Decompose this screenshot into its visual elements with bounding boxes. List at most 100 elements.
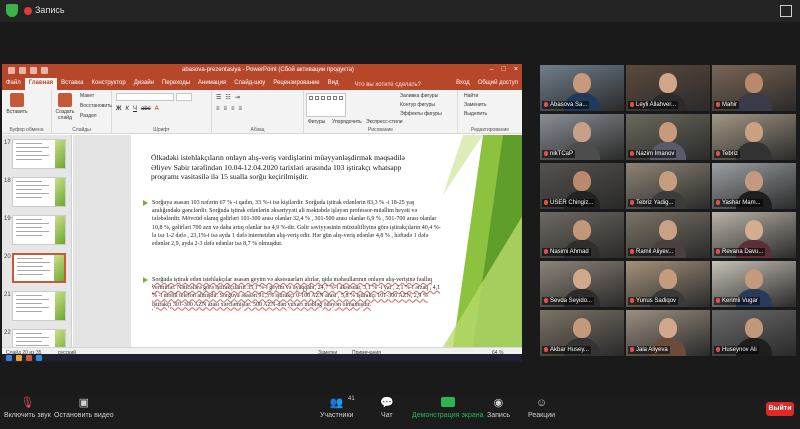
underline-icon[interactable]: Ч bbox=[133, 106, 137, 112]
slide-thumbnail[interactable] bbox=[12, 177, 66, 207]
align-center-icon[interactable]: ≡ bbox=[224, 106, 228, 112]
participant-tile[interactable]: Leyli Allahver... bbox=[626, 65, 710, 111]
participant-tile[interactable]: Akbar Husey... bbox=[540, 310, 624, 356]
ribbon-tab[interactable]: Слайд-шоу bbox=[230, 78, 269, 90]
gallery-view-icon[interactable] bbox=[780, 5, 792, 17]
strike-icon[interactable]: abc bbox=[141, 106, 151, 112]
slide-bullet-2[interactable]: Sorğuda iştirak edən istehlakçılar əsasə… bbox=[143, 276, 443, 309]
find-button[interactable]: Найти bbox=[464, 93, 478, 99]
share-screen-button[interactable]: Демонстрация экрана bbox=[412, 397, 484, 419]
font-name-field[interactable] bbox=[116, 93, 174, 101]
slide-thumbnail[interactable] bbox=[12, 253, 66, 283]
participant-tile[interactable]: Ramil Aliyev... bbox=[626, 212, 710, 258]
shape-fill-button[interactable]: Заливка фигуры bbox=[400, 93, 438, 99]
thumbnail-text-line bbox=[16, 227, 42, 228]
font-size-field[interactable] bbox=[176, 93, 192, 101]
thumbnail-text-line bbox=[16, 337, 49, 338]
participant-tile[interactable]: USER Chingiz... bbox=[540, 163, 624, 209]
participant-tile[interactable]: Yashar Mam... bbox=[712, 163, 796, 209]
participant-tile[interactable]: Jala Aliyeva bbox=[626, 310, 710, 356]
layout-button[interactable]: Макет bbox=[80, 93, 94, 99]
indent-icon[interactable]: ⇥ bbox=[235, 94, 240, 101]
redo-icon[interactable] bbox=[30, 67, 37, 74]
editing-group: Найти Заменить Выделить Редактирование bbox=[458, 90, 522, 134]
participant-tile[interactable]: Kerimli Vugar bbox=[712, 261, 796, 307]
participants-button[interactable]: 41 👥 Участники bbox=[320, 396, 355, 419]
shape-effects-button[interactable]: Эффекты фигуры bbox=[400, 111, 442, 117]
shapes-button[interactable]: Фигуры bbox=[308, 119, 325, 125]
slide-thumbnail[interactable] bbox=[12, 291, 66, 321]
close-icon[interactable]: × bbox=[514, 66, 518, 73]
ribbon-tab[interactable]: Анимация bbox=[194, 78, 230, 90]
slide-thumbnail[interactable] bbox=[12, 215, 66, 245]
shape-icon bbox=[309, 96, 313, 100]
section-button[interactable]: Раздел bbox=[80, 113, 97, 119]
leave-meeting-button[interactable]: Выйти bbox=[766, 402, 794, 416]
ribbon-tab[interactable]: Вид bbox=[324, 78, 343, 90]
reset-button[interactable]: Восстановить bbox=[80, 103, 112, 109]
shapes-gallery[interactable] bbox=[306, 93, 346, 117]
slide-thumbnail[interactable] bbox=[12, 139, 66, 169]
muted-mic-icon bbox=[544, 199, 548, 205]
chat-button[interactable]: 💬 Чат bbox=[380, 397, 394, 419]
ribbon-tab[interactable]: Переходы bbox=[158, 78, 194, 90]
font-color-icon[interactable]: A bbox=[155, 106, 159, 112]
participant-tile[interactable]: Tebriz Yadig... bbox=[626, 163, 710, 209]
participant-tile[interactable]: nikTCaP bbox=[540, 114, 624, 160]
shape-outline-button[interactable]: Контур фигуры bbox=[400, 102, 435, 108]
thumbnail-text-line bbox=[16, 185, 49, 186]
participant-tile[interactable]: Tebriz bbox=[712, 114, 796, 160]
record-button[interactable]: ◉ Запись bbox=[487, 397, 510, 419]
ribbon-tab[interactable]: Конструктор bbox=[87, 78, 129, 90]
unmute-button[interactable]: 🎙 Включить звук bbox=[4, 397, 51, 419]
numbering-icon[interactable]: ☷ bbox=[225, 94, 230, 101]
undo-icon[interactable] bbox=[19, 67, 26, 74]
quick-styles-button[interactable]: Экспресс-стили bbox=[366, 119, 403, 125]
bullets-icon[interactable]: ☰ bbox=[216, 94, 221, 101]
sign-in-link[interactable]: Вход bbox=[456, 80, 470, 86]
paste-button[interactable]: Вставить bbox=[6, 93, 28, 115]
ribbon-tab[interactable]: Главная bbox=[24, 78, 58, 90]
participant-tile[interactable]: Abasova Sa... bbox=[540, 65, 624, 111]
maximize-icon[interactable]: □ bbox=[502, 66, 506, 73]
ribbon-tab[interactable]: Файл bbox=[2, 78, 25, 90]
select-button[interactable]: Выделить bbox=[464, 111, 487, 117]
start-icon[interactable] bbox=[6, 355, 12, 361]
slide-title[interactable]: Ölkədəki istehlakçıların onlayn alış-ver… bbox=[151, 153, 421, 182]
participant-tile[interactable]: Revana Davu... bbox=[712, 212, 796, 258]
participant-tile[interactable]: Nazim Imanov bbox=[626, 114, 710, 160]
tell-me-search[interactable]: Что вы хотите сделать? bbox=[351, 80, 425, 90]
participant-tile[interactable]: Huseynov Ali bbox=[712, 310, 796, 356]
participant-tile[interactable]: Sevda Seyido... bbox=[540, 261, 624, 307]
participant-name-text: nikTCaP bbox=[550, 151, 574, 157]
stop-video-button[interactable]: ▣ Остановить видео bbox=[54, 397, 114, 419]
zoom-app-icon[interactable] bbox=[36, 355, 42, 361]
reactions-button[interactable]: ☺ Реакции bbox=[528, 397, 555, 419]
participant-name: Leyli Allahver... bbox=[628, 100, 679, 109]
minimize-icon[interactable]: – bbox=[490, 66, 494, 73]
powerpoint-icon[interactable] bbox=[26, 355, 32, 361]
participant-name-text: Huseynov Ali bbox=[722, 347, 757, 353]
slideshow-icon[interactable] bbox=[41, 67, 48, 74]
align-right-icon[interactable]: ≡ bbox=[231, 106, 235, 112]
replace-button[interactable]: Заменить bbox=[464, 102, 486, 108]
participant-name: Nasimi Ahmad bbox=[542, 247, 591, 256]
justify-icon[interactable]: ≡ bbox=[239, 106, 243, 112]
save-icon[interactable] bbox=[8, 67, 15, 74]
ribbon-tab[interactable]: Вставка bbox=[57, 78, 87, 90]
security-shield-icon[interactable] bbox=[6, 4, 18, 17]
new-slide-button[interactable]: Создать слайд bbox=[54, 93, 76, 121]
ribbon-tab[interactable]: Дизайн bbox=[130, 78, 158, 90]
participant-name: Ramil Aliyev... bbox=[628, 247, 676, 256]
explorer-icon[interactable] bbox=[16, 355, 22, 361]
arrange-button[interactable]: Упорядочить bbox=[332, 119, 362, 125]
participant-tile[interactable]: Mahir bbox=[712, 65, 796, 111]
slide-bullet-1[interactable]: Sorğuya əsasən 103 nəfərin 67 % -i qadın… bbox=[143, 199, 443, 248]
bold-icon[interactable]: Ж bbox=[116, 106, 121, 112]
participant-tile[interactable]: Nasimi Ahmad bbox=[540, 212, 624, 258]
align-left-icon[interactable]: ≡ bbox=[216, 106, 220, 112]
participant-tile[interactable]: Yunus Sadiqov bbox=[626, 261, 710, 307]
ribbon-tab[interactable]: Рецензирование bbox=[269, 78, 323, 90]
share-button[interactable]: Общий доступ bbox=[478, 80, 518, 86]
italic-icon[interactable]: К bbox=[125, 106, 129, 112]
